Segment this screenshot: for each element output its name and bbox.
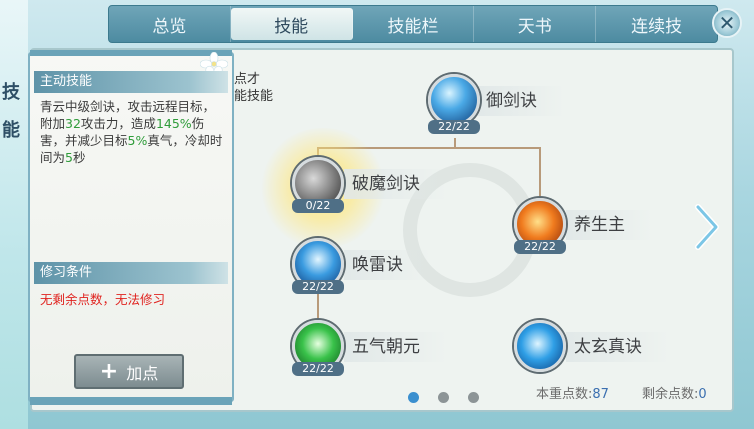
active-skill-header: 主动技能 <box>34 71 228 93</box>
skill-name-yangsheng: 养生主 <box>566 210 653 240</box>
skill-huanlei-level: 22/22 <box>292 280 344 294</box>
partial-hint-text: 点才 能技能 <box>234 72 274 104</box>
skill-yangsheng-level: 22/22 <box>514 240 566 254</box>
skill-name-pomo: 破魔剑诀 <box>344 169 448 199</box>
next-page-arrow-icon[interactable] <box>694 204 720 250</box>
skill-name-taixuan: 太玄真诀 <box>566 332 670 362</box>
skill-yujian-level: 22/22 <box>428 120 480 134</box>
skill-description: 青云中级剑诀，攻击远程目标，附加32攻击力，造成145%伤害，并减少目标5%真气… <box>40 99 223 165</box>
info-panel-bottom-bar <box>30 397 232 405</box>
condition-text: 无剩余点数，无法修习 <box>40 292 166 307</box>
page-dot-2[interactable] <box>438 392 449 403</box>
page-dot-3[interactable] <box>468 392 479 403</box>
plus-icon: + <box>99 359 119 384</box>
skill-pomo-level: 0/22 <box>292 199 344 213</box>
add-point-label: 加点 <box>126 363 159 383</box>
weight-points: 本重点数:87 <box>536 387 609 402</box>
skill-name-huanlei: 唤雷诀 <box>344 250 431 280</box>
page-dot-1[interactable] <box>408 392 419 403</box>
skill-name-wuqi: 五气朝元 <box>344 332 448 362</box>
remaining-points: 剩余点数:0 <box>642 387 707 402</box>
skill-taixuan-icon[interactable] <box>514 320 566 372</box>
add-point-button[interactable]: + 加点 <box>74 354 184 389</box>
skill-yujian-icon[interactable] <box>428 74 480 126</box>
skill-name-yujian: 御剑诀 <box>478 86 565 116</box>
condition-header: 修习条件 <box>34 262 228 284</box>
skill-wuqi-level: 22/22 <box>292 362 344 376</box>
